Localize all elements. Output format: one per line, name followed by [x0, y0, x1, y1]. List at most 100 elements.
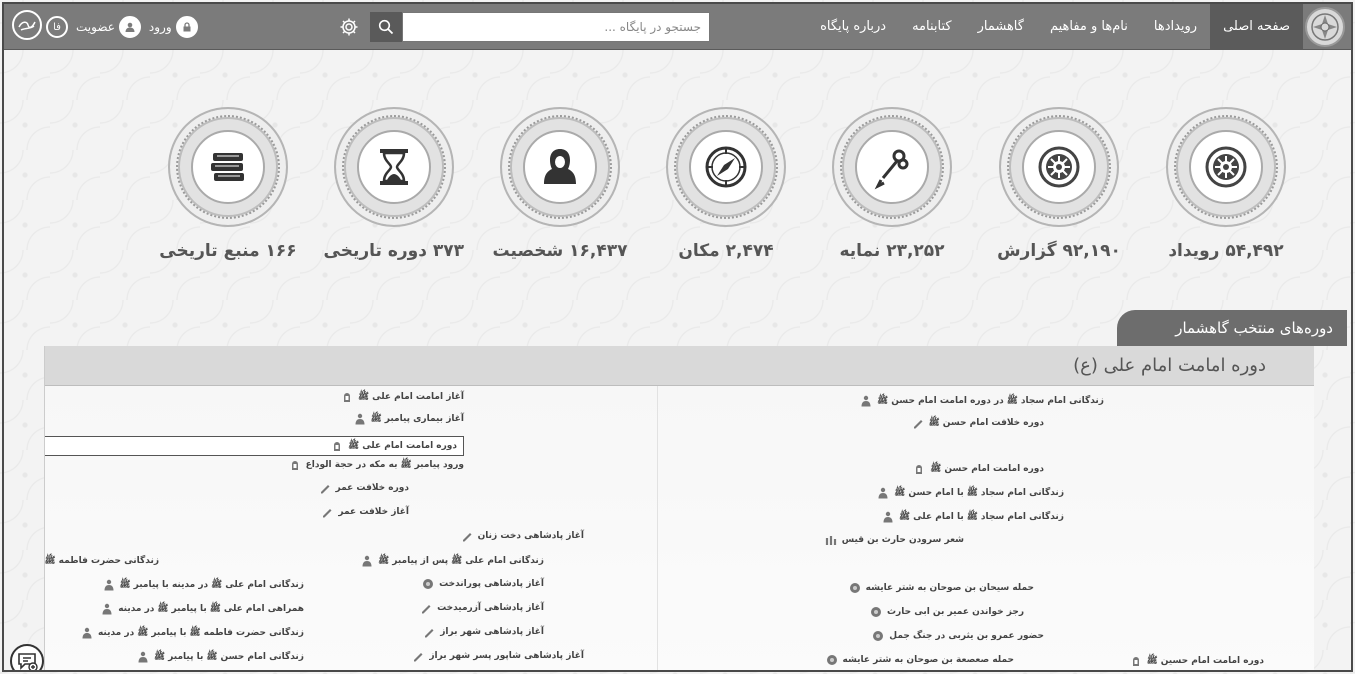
dot-icon: [422, 578, 434, 590]
signup-label: عضویت: [76, 20, 115, 34]
timeline-event[interactable]: آغاز پادشاهی شاپور پسر شهر براز: [412, 650, 584, 662]
dot-icon: [872, 630, 884, 642]
pen-icon: [319, 482, 331, 494]
event-label: آغاز پادشاهی شاپور پسر شهر براز: [429, 651, 584, 661]
pen-icon: [321, 506, 333, 518]
event-label: دوره امامت امام علی ﷺ: [348, 441, 457, 451]
stat-places[interactable]: ۲,۴۷۴ مکان: [656, 107, 796, 261]
person-icon: [101, 603, 113, 615]
timeline-event[interactable]: آغاز بیماری پیامبر ﷺ: [354, 412, 464, 426]
timeline-event[interactable]: زندگانی امام سجاد ﷺ با امام علی ﷺ: [882, 510, 1064, 524]
timeline-event[interactable]: آغاز پادشاهی آزرمیدخت: [420, 602, 544, 614]
user-icon: [118, 16, 141, 38]
timeline-event[interactable]: آغاز پادشاهی پوراندخت: [422, 578, 544, 590]
event-label: آغاز پادشاهی دخت زنان: [477, 531, 584, 541]
stat-sources[interactable]: ۱۶۶ منبع تاریخی: [158, 107, 298, 261]
stat-persons[interactable]: ۱۶,۴۳۷ شخصیت: [490, 107, 630, 261]
panel-title: دوره امامت امام علی (ع): [45, 346, 1314, 386]
event-label: حمله صعصعة بن صوحان به شتر عایشه: [842, 655, 1014, 665]
timeline-event[interactable]: آغاز پادشاهی شهر براز: [423, 626, 544, 638]
person-icon: [81, 627, 93, 639]
nav-names-concepts[interactable]: نام‌ها و مفاهیم: [1037, 4, 1141, 50]
timeline-event[interactable]: رجز خواندن عمیر بن ابی حارث: [870, 606, 1024, 618]
event-label: زندگانی حضرت فاطمه ﷺ با پیامبر ﷺ در مدین…: [97, 628, 304, 638]
timeline-event[interactable]: همراهی امام علی ﷺ با پیامبر ﷺ در مدینه: [101, 602, 304, 616]
nav-home[interactable]: صفحه اصلی: [1210, 4, 1303, 50]
medal-badge: [168, 107, 288, 227]
pen-icon: [912, 417, 924, 429]
medal-badge: [500, 107, 620, 227]
event-label: حضور عمرو بن یثربی در جنگ جمل: [889, 631, 1044, 641]
timeline-event[interactable]: زندگانی امام علی ﷺ پس از پیامبر ﷺ: [361, 554, 544, 568]
timeline-panel: دوره امامت امام علی (ع) زندگانی امام سجا…: [44, 346, 1314, 670]
gear-icon: [340, 18, 358, 36]
stats-row: ۵۴,۴۹۲ رویداد ۹۲,۱۹۰ گزارش ۲۳,۲۵۲ نمایه …: [4, 107, 1351, 277]
dot-icon: [849, 582, 861, 594]
lang-switch[interactable]: فا: [46, 16, 68, 38]
nav-bibliography[interactable]: کتابنامه: [899, 4, 965, 50]
timeline-event[interactable]: دوره امامت امام حسین ﷺ: [1130, 654, 1264, 668]
timeline-event[interactable]: زندگانی حضرت فاطمه ﷺ با پیامبر ﷺ در مدین…: [81, 626, 304, 640]
lang-badge: فا: [46, 16, 68, 38]
event-label: شعر سرودن حارث بن قیس: [841, 535, 964, 545]
person-icon: [137, 651, 149, 663]
nav-about[interactable]: درباره پایگاه: [807, 4, 899, 50]
timeline-event[interactable]: دوره امامت امام علی ﷺ: [45, 436, 464, 456]
event-label: آغاز خلافت عمر: [338, 507, 409, 517]
timeline-event[interactable]: آغاز امامت امام علی ﷺ: [341, 390, 464, 404]
timeline-event[interactable]: زندگانی امام حسن ﷺ با پیامبر ﷺ: [137, 650, 304, 664]
event-label: زندگانی امام حسن ﷺ با پیامبر ﷺ: [154, 652, 304, 662]
chat-button[interactable]: [10, 644, 44, 670]
stat-events[interactable]: ۵۴,۴۹۲ رویداد: [1156, 107, 1296, 261]
timeline-event[interactable]: حمله سیحان بن صوحان به شتر عایشه: [849, 582, 1034, 594]
timeline-event[interactable]: زندگانی حضرت فاطمه ﷺ با پیامبر: [45, 554, 159, 568]
seal-icon: [331, 440, 343, 452]
event-label: دوره خلافت امام حسن ﷺ: [928, 418, 1044, 428]
gear-icon: [1038, 146, 1080, 188]
timeline-event[interactable]: حضور عمرو بن یثربی در جنگ جمل: [872, 630, 1044, 642]
timeline-event[interactable]: دوره خلافت عمر: [319, 482, 409, 494]
event-label: دوره امامت امام حسین ﷺ: [1146, 656, 1264, 666]
timeline-event[interactable]: زندگانی امام علی ﷺ در مدینه با پیامبر ﷺ: [103, 578, 304, 592]
event-label: آغاز پادشاهی آزرمیدخت: [437, 603, 544, 613]
medal-badge: [1166, 107, 1286, 227]
stat-indexes[interactable]: ۲۳,۲۵۲ نمایه: [822, 107, 962, 261]
settings-button[interactable]: [336, 14, 362, 40]
timeline-event[interactable]: ورود پیامبر ﷺ به مکه در حجة الوداع: [289, 458, 464, 472]
stat-label: ۵۴,۴۹۲ رویداد: [1168, 241, 1284, 261]
timeline-event[interactable]: شعر سرودن حارث بن قیس: [825, 534, 964, 546]
timeline-event[interactable]: آغاز خلافت عمر: [321, 506, 409, 518]
search-button[interactable]: [370, 12, 402, 42]
person-icon: [361, 555, 373, 567]
site-logo[interactable]: [1305, 7, 1345, 47]
stat-label: ۹۲,۱۹۰ گزارش: [997, 241, 1121, 261]
person-icon: [354, 413, 366, 425]
search-input[interactable]: [402, 12, 710, 42]
login-label: ورود: [148, 20, 172, 34]
event-label: زندگانی امام علی ﷺ پس از پیامبر ﷺ: [378, 556, 544, 566]
event-label: همراهی امام علی ﷺ با پیامبر ﷺ در مدینه: [118, 604, 304, 614]
event-label: زندگانی امام سجاد ﷺ در دوره امامت امام ح…: [877, 396, 1104, 406]
login-link[interactable]: ورود: [149, 16, 198, 38]
dot-icon: [826, 654, 838, 666]
signup-link[interactable]: عضویت: [76, 16, 141, 38]
stat-periods[interactable]: ۳۷۳ دوره تاریخی: [324, 107, 464, 261]
nav-events[interactable]: رویدادها: [1141, 4, 1210, 50]
event-label: زندگانی امام سجاد ﷺ با امام حسن ﷺ: [894, 488, 1064, 498]
calligraphy-logo-icon[interactable]: [12, 10, 42, 40]
stat-label: ۲۳,۲۵۲ نمایه: [839, 241, 945, 261]
seal-icon: [289, 459, 301, 471]
timeline-event[interactable]: حمله صعصعة بن صوحان به شتر عایشه: [826, 654, 1014, 666]
timeline-event[interactable]: زندگانی امام سجاد ﷺ در دوره امامت امام ح…: [860, 394, 1104, 408]
timeline-event[interactable]: زندگانی امام سجاد ﷺ با امام حسن ﷺ: [877, 486, 1064, 500]
ornament-logo-icon: [1311, 13, 1339, 41]
timeline-event[interactable]: آغاز پادشاهی دخت زنان: [461, 530, 584, 542]
event-label: ورود پیامبر ﷺ به مکه در حجة الوداع: [305, 460, 464, 470]
nav-timeline[interactable]: گاهشمار: [965, 4, 1037, 50]
event-label: رجز خواندن عمیر بن ابی حارث: [887, 607, 1024, 617]
stat-reports[interactable]: ۹۲,۱۹۰ گزارش: [989, 107, 1129, 261]
timeline-event[interactable]: دوره امامت امام حسن ﷺ: [913, 462, 1044, 476]
event-label: آغاز بیماری پیامبر ﷺ: [370, 414, 464, 424]
timeline-event[interactable]: دوره خلافت امام حسن ﷺ: [912, 416, 1044, 430]
seal-icon: [913, 463, 925, 475]
